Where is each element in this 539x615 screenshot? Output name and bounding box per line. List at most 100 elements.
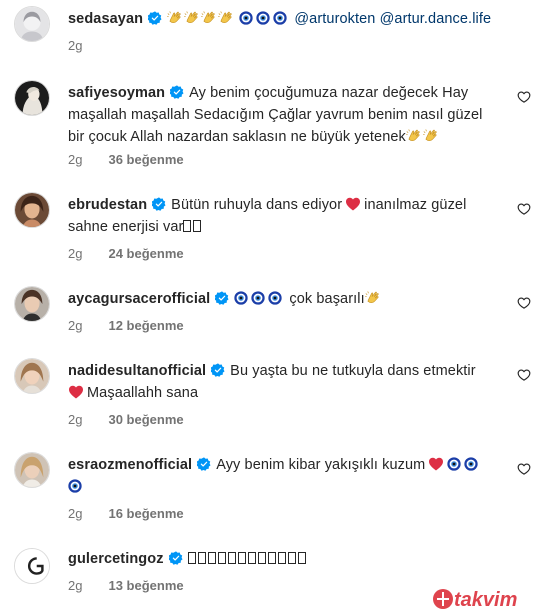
takvim-watermark-logo: takvim [433, 589, 517, 611]
comment-ebrudestan: ebrudestan Bütün ruhuyla dans ediyor inanı… [0, 188, 539, 268]
clapping-hands-icon [167, 10, 183, 26]
comment-time[interactable]: 2g [68, 318, 82, 333]
comment-username[interactable]: safiyesoyman [68, 85, 165, 101]
avatar-image [15, 453, 49, 487]
missing-glyph-row [187, 551, 308, 567]
comment-esraozmenofficial: esraozmenofficial Ayy benim kibar yakışık… [0, 448, 539, 528]
red-heart-icon [428, 457, 444, 471]
avatar-image [15, 359, 49, 393]
watermark-text: takvim [454, 589, 517, 611]
comment-meta: 2g 13 beğenme [68, 578, 184, 593]
comment-likes[interactable]: 12 beğenme [108, 318, 183, 333]
comment-likes[interactable]: 13 beğenme [108, 578, 183, 593]
nazar-boncugu-icon [234, 291, 248, 305]
avatar[interactable] [14, 192, 50, 228]
avatar-image [15, 193, 49, 227]
nazar-boncugu-icon [239, 11, 253, 25]
comment-mentions[interactable]: @arturokten @artur.dance.life [294, 11, 491, 27]
comment-nadidesultanofficial: nadidesultanofficial Bu yaşta bu ne tutku… [0, 354, 539, 434]
comment-meta: 2g 16 beğenme [68, 506, 184, 521]
comment-text-line: Bu yaşta bu ne tutkuyla dans etmektir [230, 363, 476, 379]
avatar-image [15, 7, 49, 41]
missing-glyph-icon [287, 552, 296, 564]
avatar-image [15, 549, 49, 583]
clapping-hands-icon [201, 10, 217, 26]
missing-glyph-icon [183, 220, 192, 232]
comment-username[interactable]: sedasayan [68, 11, 143, 27]
avatar[interactable] [14, 548, 50, 584]
verified-badge-icon [197, 457, 211, 471]
comment-username[interactable]: gulercetingoz [68, 551, 164, 567]
avatar[interactable] [14, 452, 50, 488]
missing-glyph-icon [237, 552, 246, 564]
missing-glyph-icon [193, 220, 202, 232]
nazar-boncugu-icon [273, 11, 287, 25]
missing-glyph-icon [247, 552, 256, 564]
comment-meta: 2g 24 beğenme [68, 246, 184, 261]
avatar-image [15, 81, 49, 115]
nazar-boncugu-icon [447, 457, 461, 471]
nazar-boncugu-icon [68, 479, 82, 493]
missing-glyph-icon [227, 552, 236, 564]
nazar-boncugu-icon [268, 291, 282, 305]
comment-meta: 2g 36 beğenme [68, 152, 184, 167]
nazar-boncugu-icon [256, 11, 270, 25]
clapping-hands-icon [218, 10, 234, 26]
comment-text-line: Ayy benim kibar yakışıklı kuzum [216, 457, 426, 473]
nazar-boncugu-icon [464, 457, 478, 471]
heart-outline-icon[interactable] [517, 90, 531, 104]
comment-time[interactable]: 2g [68, 506, 82, 521]
avatar[interactable] [14, 6, 50, 42]
verified-badge-icon [169, 551, 183, 565]
comment-username[interactable]: aycagursacerofficial [68, 291, 210, 307]
comment-likes[interactable]: 36 beğenme [108, 152, 183, 167]
verified-badge-icon [152, 197, 166, 211]
comment-text-line: sahne enerjisi var [68, 219, 184, 235]
heart-outline-icon[interactable] [517, 296, 531, 310]
comment-likes[interactable]: 16 beğenme [108, 506, 183, 521]
heart-outline-icon[interactable] [517, 462, 531, 476]
missing-glyph-icon [267, 552, 276, 564]
missing-glyph-icon [277, 552, 286, 564]
red-heart-icon [68, 385, 84, 399]
comment-time[interactable]: 2g [68, 246, 82, 261]
clapping-hands-icon [406, 128, 422, 144]
comment-likes[interactable]: 24 beğenme [108, 246, 183, 261]
comment-likes[interactable]: 30 beğenme [108, 412, 183, 427]
missing-glyph-icon [257, 552, 266, 564]
clapping-hands-icon [423, 128, 439, 144]
comment-time[interactable]: 2g [68, 578, 82, 593]
comment-text-line: maşallah maşallah Sedacığım Çağlar yavru… [68, 107, 483, 123]
comment-text-line: Bütün ruhuyla dans ediyor [171, 197, 343, 213]
avatar[interactable] [14, 358, 50, 394]
comment-text-line: bir çocuk Allah nazardan saklasın ne büy… [68, 129, 406, 145]
clapping-hands-icon [365, 290, 381, 306]
comment-sedasayan: sedasayan @arturokten @artur.dance.life … [0, 0, 539, 60]
red-heart-icon [345, 197, 361, 211]
comment-time[interactable]: 2g [68, 152, 82, 167]
comment-text-line: Ay benim çocuğumuza nazar değecek Hay [189, 85, 469, 101]
avatar-image [15, 287, 49, 321]
nazar-boncugu-icon [251, 291, 265, 305]
heart-outline-icon[interactable] [517, 368, 531, 382]
comment-aycagursacerofficial: aycagursacerofficial çok başarılı 2g 12 b… [0, 282, 539, 342]
verified-badge-icon [211, 363, 225, 377]
heart-outline-icon[interactable] [517, 202, 531, 216]
comment-username[interactable]: ebrudestan [68, 197, 147, 213]
missing-glyph-icon [207, 552, 216, 564]
comment-time[interactable]: 2g [68, 38, 82, 53]
missing-glyph-icon [187, 552, 196, 564]
verified-badge-icon [215, 291, 229, 305]
comment-safiyesoyman: safiyesoyman Ay benim çocuğumuza nazar de… [0, 76, 539, 176]
avatar[interactable] [14, 80, 50, 116]
comment-username[interactable]: esraozmenofficial [68, 457, 192, 473]
comment-text-line: çok başarılı [289, 291, 365, 307]
comment-text-line: inanılmaz güzel [364, 197, 467, 213]
avatar[interactable] [14, 286, 50, 322]
comment-time[interactable]: 2g [68, 412, 82, 427]
comment-username[interactable]: nadidesultanofficial [68, 363, 206, 379]
comment-meta: 2g 12 beğenme [68, 318, 184, 333]
comment-meta: 2g 30 beğenme [68, 412, 184, 427]
verified-badge-icon [148, 11, 162, 25]
missing-glyph-icon [217, 552, 226, 564]
